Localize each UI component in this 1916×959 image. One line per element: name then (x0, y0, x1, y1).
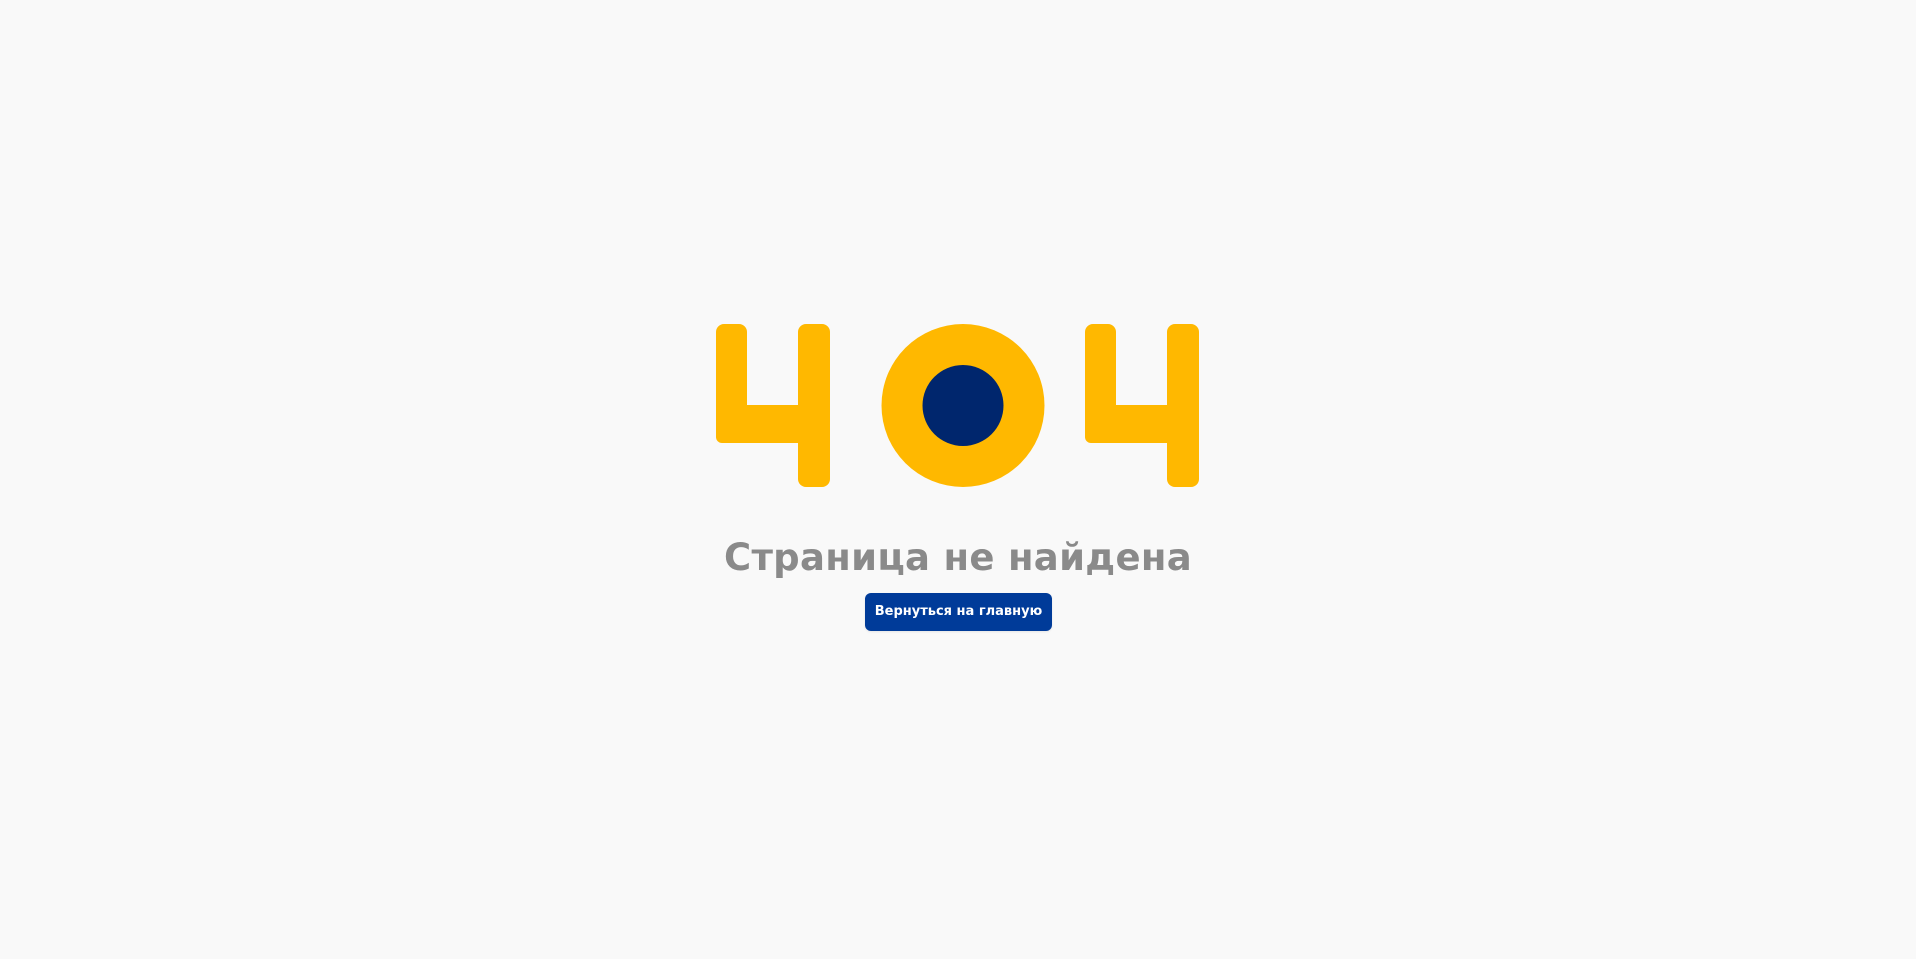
page-title: Страница не найдена (723, 535, 1193, 579)
error-code-graphic (716, 324, 1200, 487)
return-home-button[interactable]: Вернуться на главную (865, 593, 1052, 631)
digit-four-left (716, 324, 830, 487)
digit-four-right (1085, 324, 1199, 487)
digit-zero-ring (881, 324, 1045, 487)
not-found-page: Страница не найдена Вернуться на главную (0, 0, 1916, 959)
